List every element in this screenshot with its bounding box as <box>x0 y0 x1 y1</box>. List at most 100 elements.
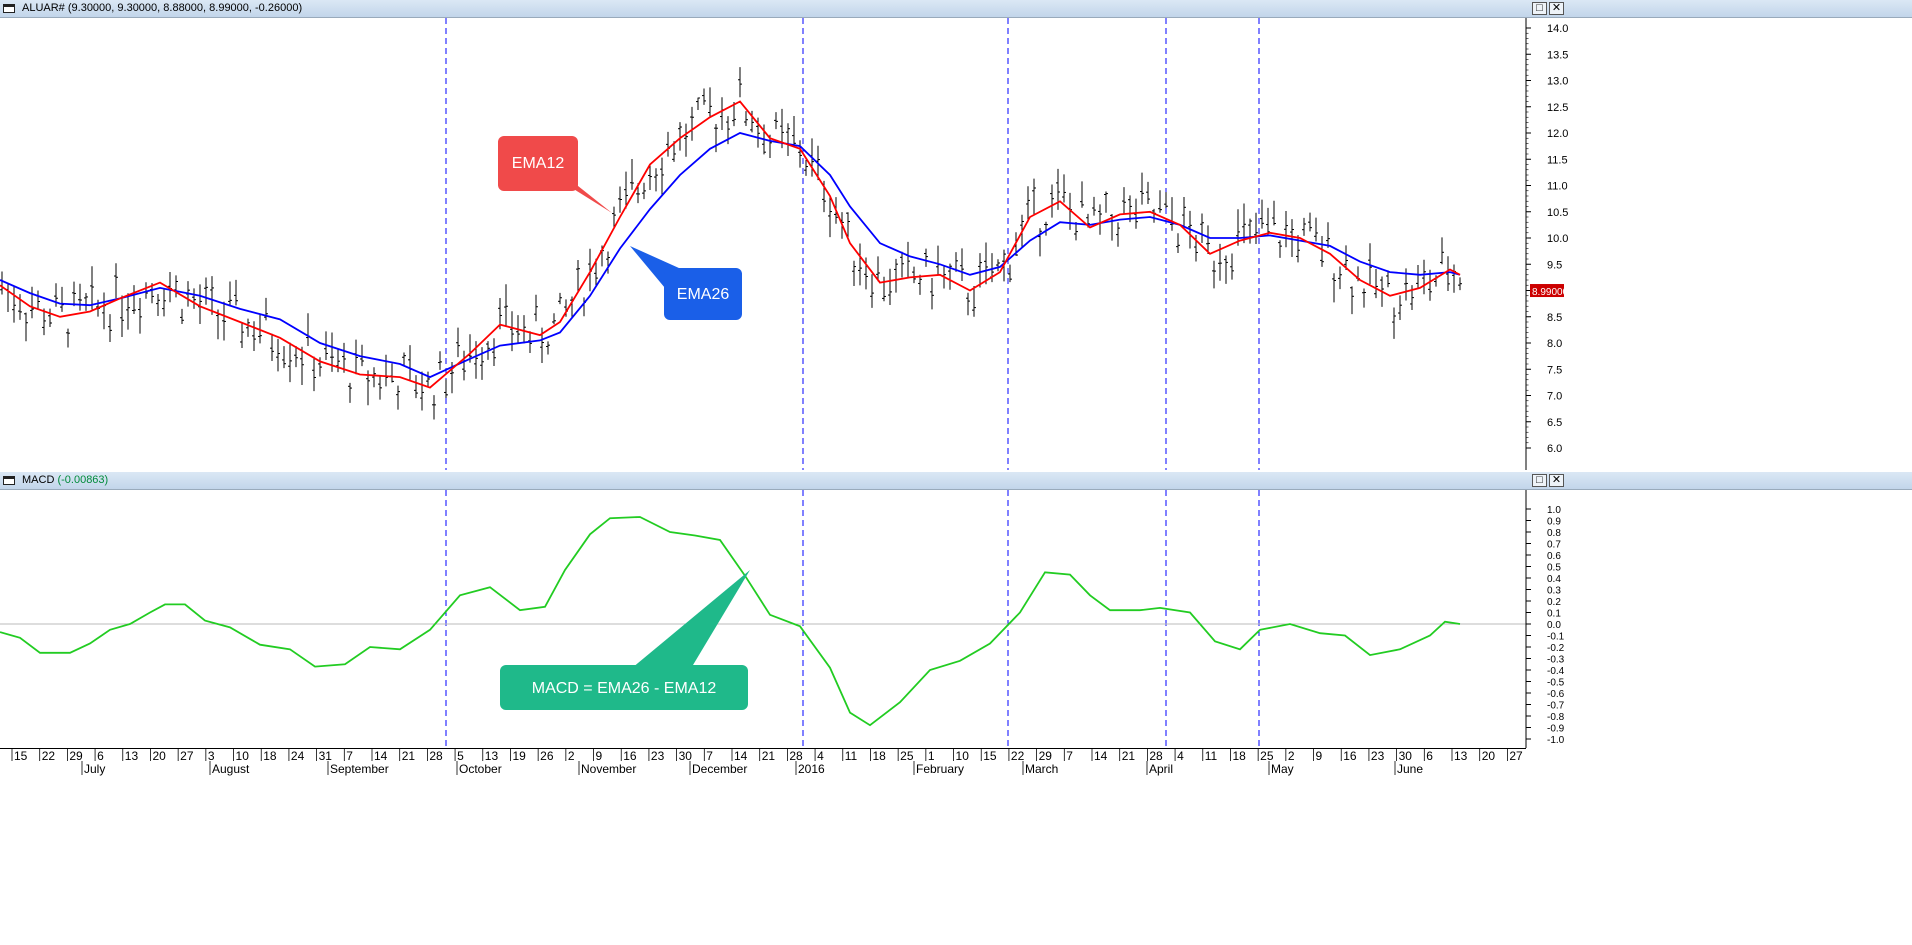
macd-y-tick-label: -0.2 <box>1547 643 1565 654</box>
macd-y-tick-label: -0.9 <box>1547 724 1565 735</box>
date-day-label: 16 <box>1343 749 1357 763</box>
ohlc-values: (9.30000, 9.30000, 8.88000, 8.99000, -0.… <box>67 2 303 14</box>
price-y-tick-label: 9.5 <box>1547 259 1562 271</box>
date-day-label: 25 <box>900 749 914 763</box>
symbol-name: ALUAR# <box>22 2 65 14</box>
date-day-label: 1 <box>928 749 935 763</box>
macd-y-tick-label: 0.0 <box>1547 620 1561 631</box>
date-day-label: 26 <box>540 749 554 763</box>
date-day-label: 4 <box>817 749 824 763</box>
date-day-label: 31 <box>319 749 333 763</box>
date-day-label: 28 <box>1149 749 1163 763</box>
date-day-label: 23 <box>1371 749 1385 763</box>
macd-y-tick-label: -0.8 <box>1547 712 1565 723</box>
date-month-label: July <box>84 762 105 776</box>
date-day-label: 21 <box>402 749 416 763</box>
date-day-label: 15 <box>14 749 28 763</box>
price-chart[interactable]: 6.06.57.07.58.08.59.09.510.010.511.011.5… <box>0 18 1912 470</box>
maximize-button[interactable]: □ <box>1532 2 1547 15</box>
macd-y-tick-label: -0.1 <box>1547 632 1565 643</box>
date-month-label: November <box>581 762 636 776</box>
date-day-label: 23 <box>651 749 665 763</box>
close-button[interactable]: ✕ <box>1549 2 1564 15</box>
date-day-label: 29 <box>1039 749 1053 763</box>
date-month-label: June <box>1397 762 1423 776</box>
date-day-label: 6 <box>97 749 104 763</box>
macd-y-tick-label: -0.3 <box>1547 655 1565 666</box>
date-day-label: 2 <box>568 749 575 763</box>
date-month-label: August <box>212 762 250 776</box>
date-month-label: March <box>1025 762 1058 776</box>
date-day-label: 3 <box>208 749 215 763</box>
date-month-label: April <box>1149 762 1173 776</box>
ema12-callout-label: EMA12 <box>512 155 565 172</box>
date-day-label: 21 <box>1122 749 1136 763</box>
price-panel-title: ALUAR# (9.30000, 9.30000, 8.88000, 8.990… <box>22 2 302 14</box>
macd-chart[interactable]: 1.00.90.80.70.60.50.40.30.20.10.0-0.1-0.… <box>0 490 1912 748</box>
macd-y-tick-label: -0.5 <box>1547 678 1565 689</box>
date-month-label: February <box>916 762 964 776</box>
price-y-tick-label: 12.5 <box>1547 102 1568 114</box>
price-y-tick-label: 8.5 <box>1547 312 1562 324</box>
price-y-tick-label: 13.0 <box>1547 76 1568 88</box>
date-day-label: 11 <box>1205 749 1218 763</box>
price-y-tick-label: 6.5 <box>1547 417 1562 429</box>
indicator-name: MACD <box>22 474 55 486</box>
date-axis: 15 22 29 6 13 20 27 3 10 18 24 31 7 14 21 28 5 13 19 26 2 9 16… <box>0 748 1526 776</box>
date-day-label: 2 <box>1288 749 1295 763</box>
date-day-label: 25 <box>1260 749 1274 763</box>
date-day-label: 9 <box>596 749 603 763</box>
date-day-label: 10 <box>956 749 970 763</box>
date-day-label: 30 <box>1399 749 1413 763</box>
price-y-tick-label: 6.0 <box>1547 443 1562 455</box>
date-day-label: 11 <box>845 749 858 763</box>
macd-y-tick-label: 0.6 <box>1547 551 1561 562</box>
date-day-label: 22 <box>1011 749 1025 763</box>
close-button[interactable]: ✕ <box>1549 474 1564 487</box>
date-day-label: 21 <box>762 749 776 763</box>
macd-y-tick-label: 0.7 <box>1547 540 1561 551</box>
window-icon <box>3 476 15 485</box>
date-day-label: 7 <box>346 749 353 763</box>
macd-callout-label: MACD = EMA26 - EMA12 <box>532 680 717 697</box>
date-day-label: 29 <box>69 749 83 763</box>
price-y-tick-label: 8.0 <box>1547 338 1562 350</box>
macd-y-tick-label: 0.1 <box>1547 609 1561 620</box>
date-day-label: 28 <box>789 749 803 763</box>
price-y-tick-label: 7.0 <box>1547 391 1562 403</box>
date-day-label: 13 <box>1454 749 1468 763</box>
date-month-label: September <box>330 762 389 776</box>
date-day-label: 4 <box>1177 749 1184 763</box>
macd-y-tick-label: -0.4 <box>1547 666 1565 677</box>
last-price-label: 8.99000 <box>1532 287 1569 298</box>
price-y-tick-label: 11.0 <box>1547 181 1568 193</box>
date-day-label: 19 <box>512 749 526 763</box>
date-day-label: 18 <box>872 749 886 763</box>
date-day-label: 7 <box>706 749 713 763</box>
date-day-label: 18 <box>263 749 277 763</box>
macd-plot-background <box>0 490 1912 748</box>
date-day-label: 5 <box>457 749 464 763</box>
date-day-label: 7 <box>1066 749 1073 763</box>
date-month-label: May <box>1271 762 1294 776</box>
macd-y-tick-label: -1.0 <box>1547 735 1565 746</box>
date-day-label: 13 <box>485 749 499 763</box>
date-day-label: 24 <box>291 749 305 763</box>
date-month-label: December <box>692 762 747 776</box>
date-month-label: 2016 <box>798 762 825 776</box>
ema26-callout-label: EMA26 <box>677 286 730 303</box>
date-day-label: 18 <box>1232 749 1246 763</box>
macd-y-tick-label: 0.3 <box>1547 586 1561 597</box>
date-day-label: 15 <box>983 749 997 763</box>
price-y-tick-label: 10.0 <box>1547 233 1568 245</box>
macd-panel-titlebar: MACD (-0.00863) □ ✕ <box>0 472 1912 490</box>
date-day-label: 10 <box>236 749 250 763</box>
macd-y-tick-label: -0.7 <box>1547 701 1565 712</box>
date-day-label: 16 <box>623 749 637 763</box>
date-day-label: 28 <box>429 749 443 763</box>
maximize-button[interactable]: □ <box>1532 474 1547 487</box>
date-day-label: 20 <box>1482 749 1496 763</box>
price-y-tick-label: 13.5 <box>1547 49 1568 61</box>
macd-y-tick-label: 0.4 <box>1547 574 1561 585</box>
price-y-tick-label: 11.5 <box>1547 154 1568 166</box>
